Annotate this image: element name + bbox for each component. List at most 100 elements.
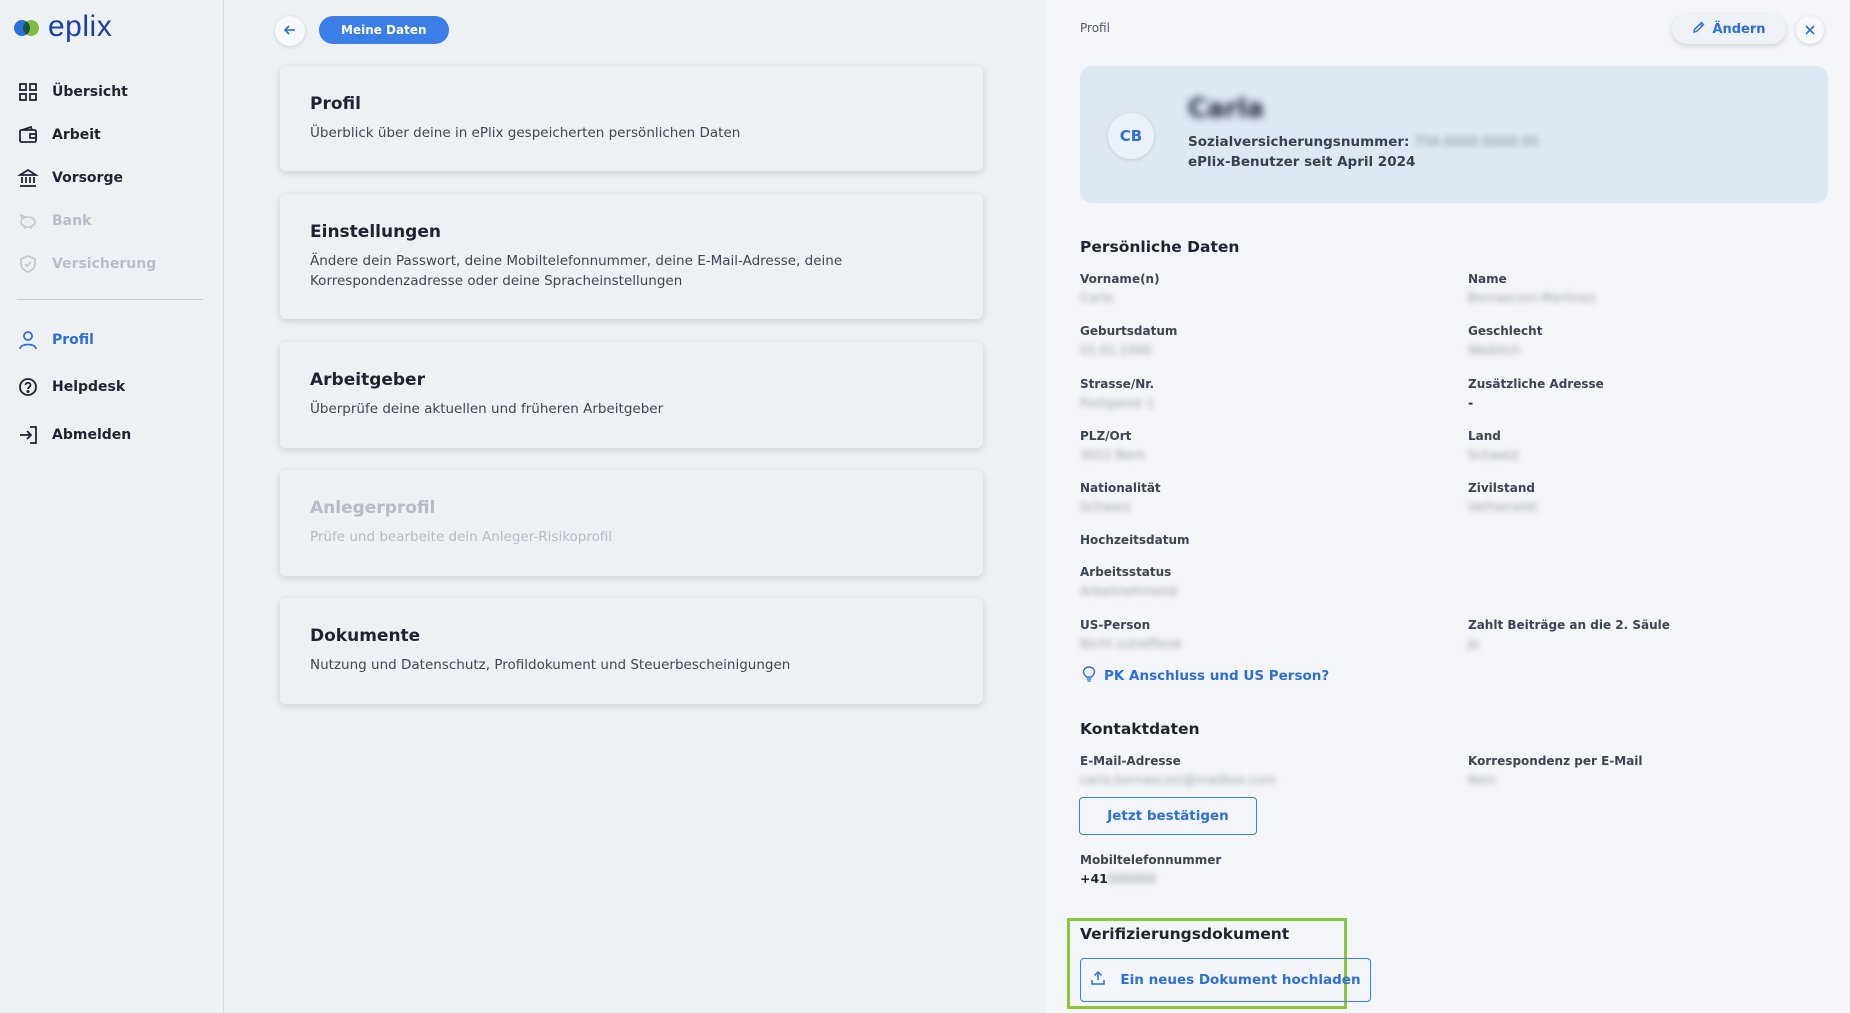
mobile-prefix: +41: [1080, 871, 1108, 886]
profile-name: Carla: [1188, 94, 1264, 124]
card-title: Profil: [310, 94, 361, 114]
confirm-email-button[interactable]: Jetzt bestätigen: [1079, 797, 1257, 835]
sidebar-item-label: Abmelden: [52, 426, 132, 443]
sidebar: eplix Übersicht Arbeit Vorsorge Bank Ver…: [0, 0, 224, 1013]
mobile-number: 000000: [1107, 871, 1156, 886]
field-value-email: carla.bernasconi@mailbox.com: [1080, 772, 1276, 787]
sidebar-nav: Übersicht Arbeit Vorsorge Bank Versicher…: [0, 70, 224, 285]
field-label-mobile: Mobiltelefonnummer: [1080, 853, 1222, 867]
grid-icon: [17, 81, 39, 103]
upload-document-label: Ein neues Dokument hochladen: [1120, 972, 1361, 988]
help-icon: [17, 376, 39, 398]
card-description: Überprüfe deine aktuellen und früheren A…: [310, 401, 664, 417]
card-einstellungen[interactable]: Einstellungen Ändere dein Passwort, dein…: [280, 194, 983, 319]
field-value-geburtsdatum: 01.01.1990: [1080, 342, 1152, 357]
field-label-usperson: US-Person: [1080, 618, 1151, 632]
sidebar-item-profil[interactable]: Profil: [0, 318, 224, 361]
field-label-strasse: Strasse/Nr.: [1080, 377, 1155, 391]
field-label-land: Land: [1468, 429, 1501, 443]
sidebar-item-abmelden[interactable]: Abmelden: [0, 413, 224, 456]
sidebar-item-versicherung[interactable]: Versicherung: [0, 242, 224, 285]
sidebar-item-bank[interactable]: Bank: [0, 199, 224, 242]
ssn-value: 756.0000.0000.00: [1414, 134, 1539, 150]
sidebar-item-label: Profil: [52, 331, 94, 348]
ssn-line: Sozialversicherungsnummer: 756.0000.0000…: [1188, 134, 1539, 150]
field-label-korrespondenz: Korrespondenz per E-Mail: [1468, 754, 1643, 768]
card-profil[interactable]: Profil Überblick über deine in ePlix ges…: [280, 66, 983, 171]
sidebar-nav-secondary: Profil Helpdesk Abmelden: [0, 318, 224, 456]
card-description: Überblick über deine in ePlix gespeicher…: [310, 125, 741, 141]
logo-mark-icon: [14, 16, 44, 38]
lightbulb-icon: [1082, 666, 1096, 686]
close-button[interactable]: [1796, 16, 1824, 44]
field-label-hochzeitsdatum: Hochzeitsdatum: [1080, 533, 1190, 547]
main-content: Meine Daten Profil Überblick über deine …: [225, 0, 1045, 1013]
sidebar-item-arbeit[interactable]: Arbeit: [0, 113, 224, 156]
edit-button[interactable]: Ändern: [1672, 14, 1786, 44]
field-value-geschlecht: Weiblich: [1468, 342, 1521, 357]
field-value-korrespondenz: Nein: [1468, 772, 1497, 787]
field-value-beitraege: Ja: [1468, 636, 1480, 651]
card-description: Ändere dein Passwort, deine Mobiltelefon…: [310, 253, 843, 289]
card-title: Arbeitgeber: [310, 370, 425, 390]
field-label-email: E-Mail-Adresse: [1080, 754, 1181, 768]
bank-icon: [17, 167, 39, 189]
card-description: Nutzung und Datenschutz, Profildokument …: [310, 657, 791, 673]
field-label-plz: PLZ/Ort: [1080, 429, 1132, 443]
card-title: Dokumente: [310, 626, 421, 646]
upload-document-button[interactable]: Ein neues Dokument hochladen: [1080, 958, 1371, 1002]
avatar: CB: [1108, 113, 1154, 159]
field-label-geschlecht: Geschlecht: [1468, 324, 1543, 338]
field-label-arbeitsstatus: Arbeitsstatus: [1080, 565, 1172, 579]
profile-panel: Profil Ändern CB Carla Sozialversicherun…: [1046, 0, 1850, 1013]
field-value-mobile: +41000000: [1080, 871, 1156, 886]
personal-data-title: Persönliche Daten: [1080, 238, 1240, 256]
sidebar-item-helpdesk[interactable]: Helpdesk: [0, 365, 224, 408]
sidebar-item-label: Versicherung: [52, 255, 157, 272]
sidebar-item-label: Vorsorge: [52, 169, 123, 186]
field-value-nationalitaet: Schweiz: [1080, 499, 1131, 514]
profile-summary-card: CB Carla Sozialversicherungsnummer: 756.…: [1080, 66, 1828, 203]
eplix-logo[interactable]: eplix: [14, 12, 112, 42]
card-arbeitgeber[interactable]: Arbeitgeber Überprüfe deine aktuellen un…: [280, 342, 983, 448]
field-value-arbeitsstatus: Arbeitnehmend: [1080, 583, 1177, 598]
wallet-icon: [17, 124, 39, 146]
verification-title: Verifizierungsdokument: [1080, 925, 1290, 943]
pencil-icon: [1692, 20, 1706, 38]
piggy-bank-icon: [17, 210, 39, 232]
field-value-plz: 3011 Bern: [1080, 447, 1145, 462]
field-value-zusatz: -: [1468, 395, 1474, 410]
field-value-usperson: Nicht zutreffend: [1080, 636, 1181, 651]
card-title: Einstellungen: [310, 222, 441, 242]
field-label-name: Name: [1468, 272, 1507, 286]
back-button[interactable]: [275, 16, 305, 46]
card-title: Anlegerprofil: [310, 498, 436, 518]
upload-icon: [1090, 970, 1106, 990]
sidebar-item-label: Arbeit: [52, 126, 101, 143]
field-value-strasse: Postgasse 1: [1080, 395, 1155, 410]
pk-us-person-link-label: PK Anschluss und US Person?: [1104, 668, 1330, 684]
field-value-land: Schweiz: [1468, 447, 1519, 462]
shield-icon: [17, 253, 39, 275]
card-dokumente[interactable]: Dokumente Nutzung und Datenschutz, Profi…: [280, 598, 983, 704]
logout-icon: [17, 424, 39, 446]
field-value-name: Bernasconi Martinez: [1468, 290, 1596, 305]
field-label-geburtsdatum: Geburtsdatum: [1080, 324, 1178, 338]
sidebar-item-vorsorge[interactable]: Vorsorge: [0, 156, 224, 199]
user-icon: [17, 329, 39, 351]
breadcrumb: Profil: [1080, 21, 1110, 35]
card-anlegerprofil: Anlegerprofil Prüfe und bearbeite dein A…: [280, 470, 983, 576]
sidebar-item-label: Helpdesk: [52, 378, 126, 395]
meine-daten-pill[interactable]: Meine Daten: [319, 16, 449, 44]
logo-text: eplix: [48, 10, 113, 43]
contact-data-title: Kontaktdaten: [1080, 720, 1200, 738]
sidebar-item-uebersicht[interactable]: Übersicht: [0, 70, 224, 113]
field-label-vorname: Vorname(n): [1080, 272, 1160, 286]
field-value-zivilstand: Verheiratet: [1468, 499, 1538, 514]
field-label-zivilstand: Zivilstand: [1468, 481, 1535, 495]
field-label-nationalitaet: Nationalität: [1080, 481, 1161, 495]
card-description: Prüfe und bearbeite dein Anleger-Risikop…: [310, 529, 613, 545]
pk-us-person-link[interactable]: PK Anschluss und US Person?: [1082, 666, 1329, 686]
close-icon: [1804, 21, 1816, 40]
sidebar-item-label: Bank: [52, 212, 92, 229]
